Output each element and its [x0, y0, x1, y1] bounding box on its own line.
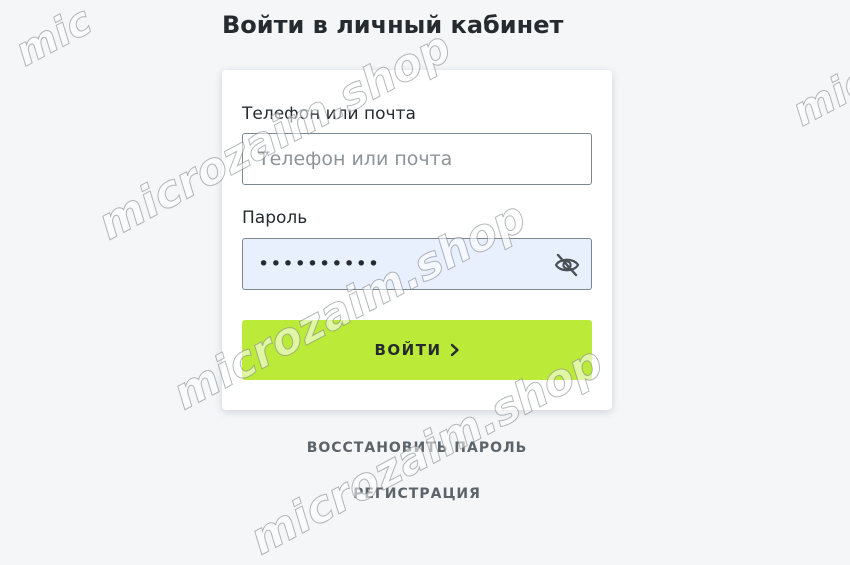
password-label: Пароль	[242, 208, 308, 228]
chevron-right-icon	[450, 343, 460, 357]
login-card: Телефон или почта Пароль ВОЙТИ	[222, 70, 612, 410]
watermark-fragment: micr	[784, 48, 850, 136]
recover-password-link[interactable]: ВОССТАНОВИТЬ ПАРОЛЬ	[222, 438, 612, 458]
login-submit-label: ВОЙТИ	[374, 341, 442, 359]
password-input[interactable]	[243, 239, 591, 289]
eye-slash-icon[interactable]	[553, 252, 581, 278]
page-title: Войти в личный кабинет	[222, 11, 564, 39]
login-label: Телефон или почта	[242, 104, 416, 124]
watermark-fragment: mic	[7, 0, 100, 76]
login-input[interactable]	[243, 134, 591, 184]
password-field-wrapper	[242, 238, 592, 290]
login-submit-button[interactable]: ВОЙТИ	[242, 320, 592, 380]
register-link[interactable]: РЕГИСТРАЦИЯ	[222, 484, 612, 504]
login-field-wrapper	[242, 133, 592, 185]
